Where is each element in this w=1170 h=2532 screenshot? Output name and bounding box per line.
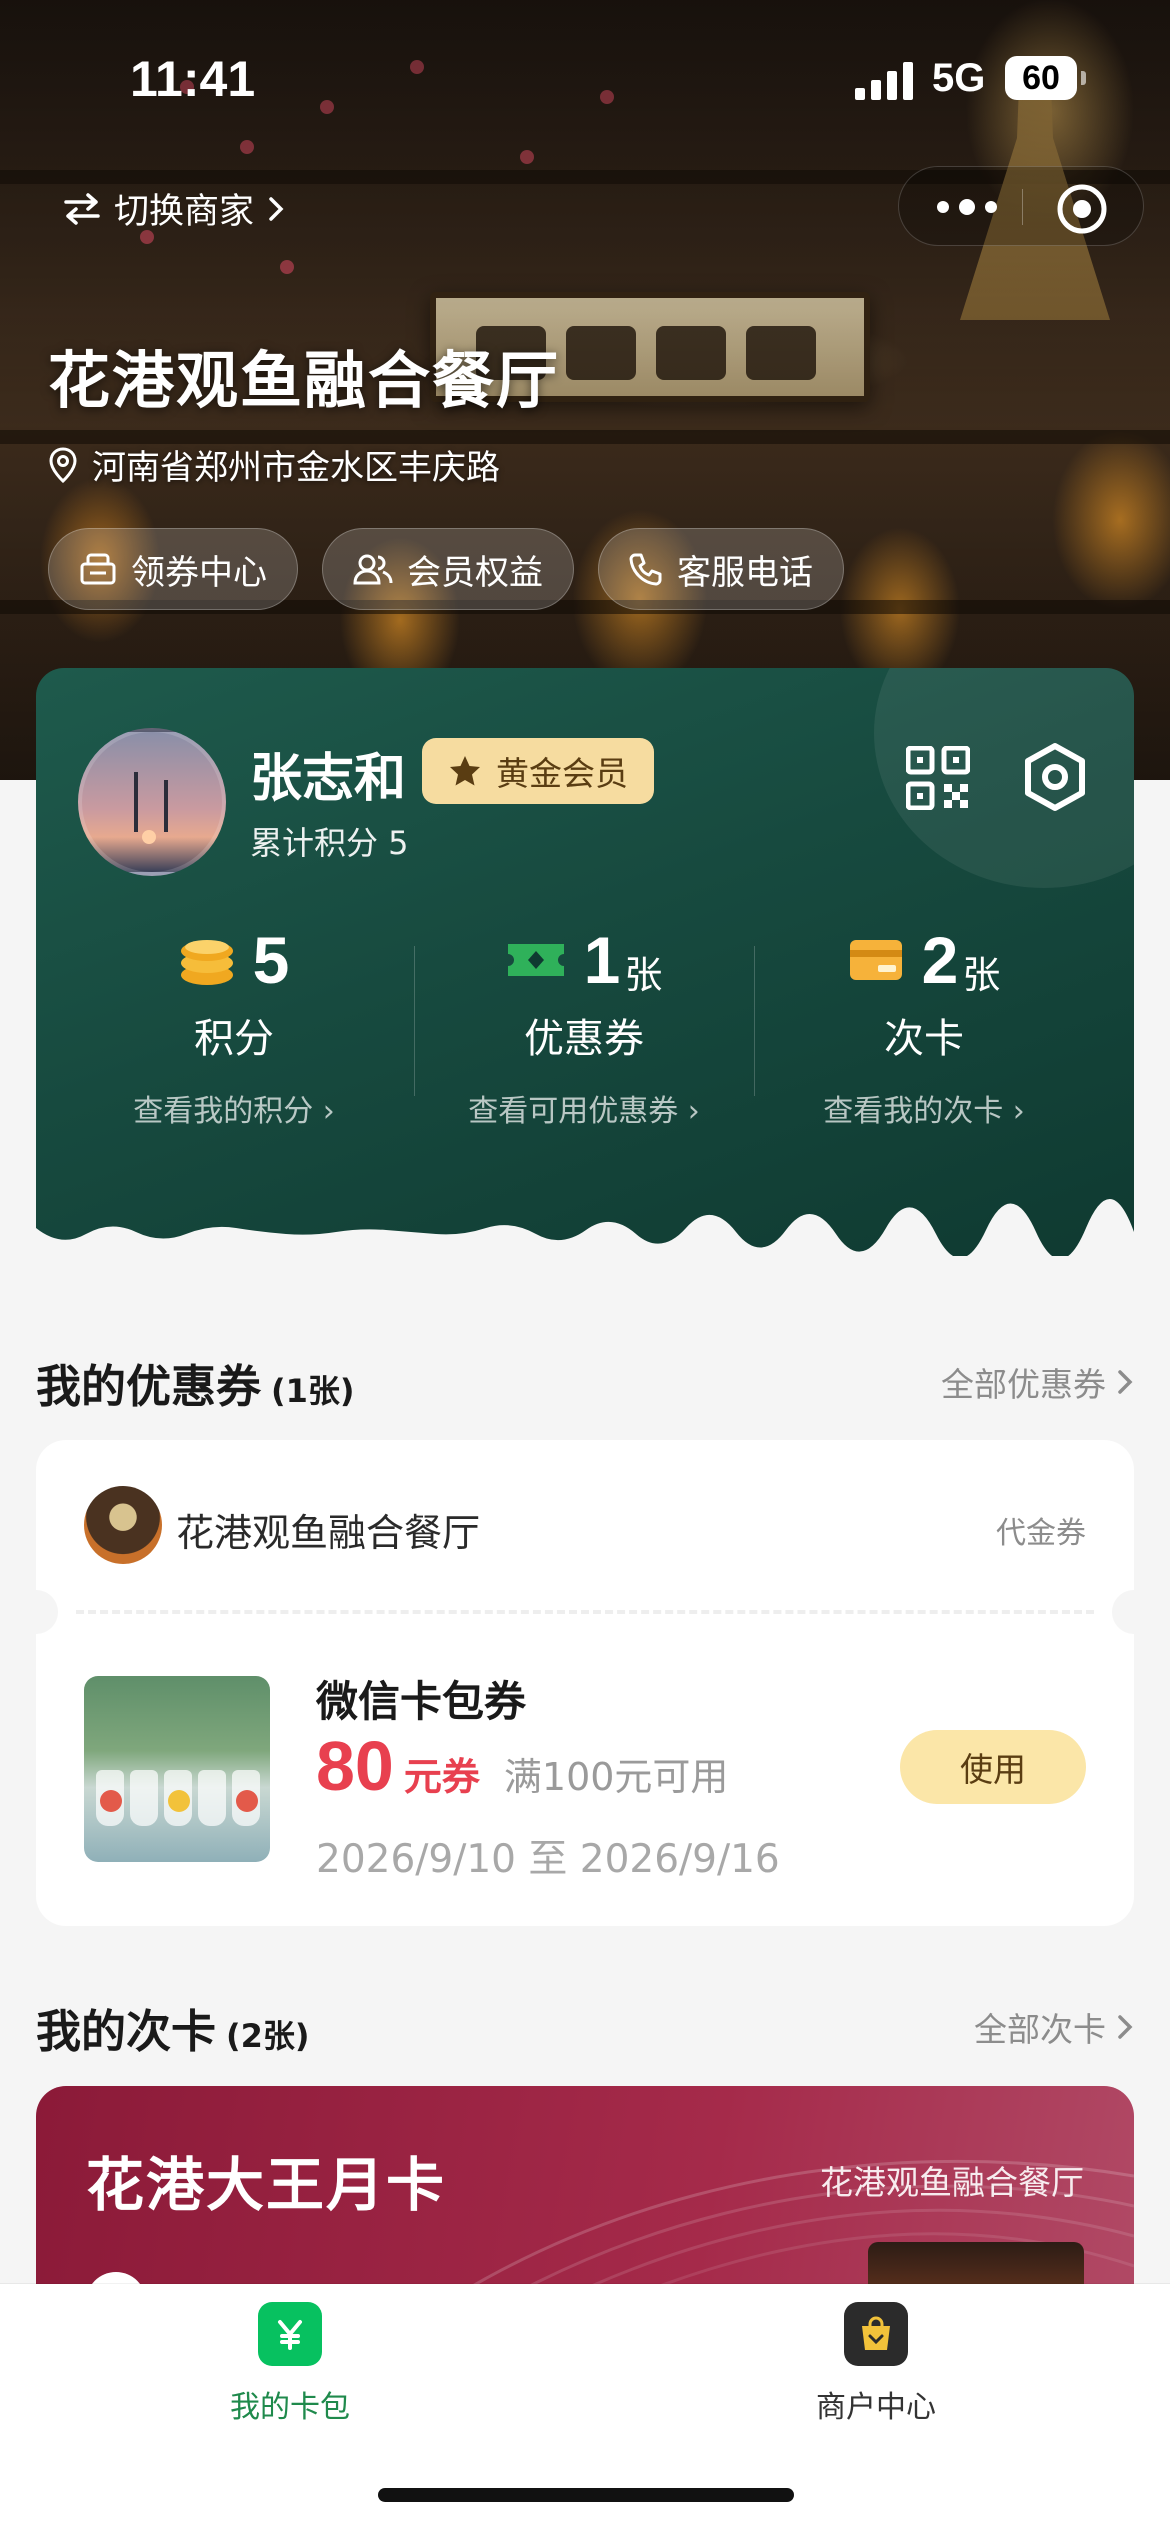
tab-my-wallet[interactable]: 我的卡包 [140, 2302, 440, 2426]
tab-merchant-center[interactable]: 商户中心 [726, 2302, 1026, 2426]
coupons-label: 优惠券 [524, 1016, 644, 1062]
status-bar: 11:41 5G 60 [0, 40, 1170, 120]
chevron-right-icon [269, 196, 284, 221]
location-pin-icon [49, 446, 77, 483]
times-card-label: 次卡 [884, 1016, 964, 1062]
coupon-center-button[interactable]: 领券中心 [48, 528, 298, 610]
view-coupons-link[interactable]: 查看可用优惠券 › [414, 1086, 754, 1130]
tab-my-wallet-label: 我的卡包 [230, 2390, 350, 2425]
network-type: 5G [932, 56, 986, 100]
customer-service-button[interactable]: 客服电话 [598, 528, 844, 610]
member-name: 张志和 [250, 749, 407, 809]
switch-merchant-label: 切换商家 [114, 192, 255, 232]
members-icon [353, 554, 393, 585]
coupon-center-icon [80, 553, 116, 585]
coupon-merchant-name: 花港观鱼融合餐厅 [176, 1511, 481, 1555]
times-card-stat[interactable]: 2 张 次卡 查看我的次卡 › [754, 920, 1094, 1130]
coupon-amount: 80 [316, 1727, 394, 1805]
merchant-logo [84, 1486, 162, 1564]
star-icon [450, 756, 480, 786]
view-times-card-link[interactable]: 查看我的次卡 › [754, 1086, 1094, 1130]
coupon-name: 微信卡包券 [316, 1677, 527, 1726]
member-level-badge: 黄金会员 [422, 738, 654, 804]
member-card: 张志和 黄金会员 累计积分 5 5 积分 查看我的积分 › 1 张 优惠券 查看… [36, 668, 1134, 1256]
swap-icon [64, 192, 100, 225]
coupon-notch-left [14, 1590, 58, 1634]
ticket-icon [507, 944, 564, 976]
coupon-condition: 满100元可用 [503, 1755, 729, 1799]
times-cards-section-title: 我的次卡 (2张) [36, 2005, 310, 2058]
points-value: 5 [252, 923, 290, 997]
coupons-section-header: 我的优惠券 (1张) 全部优惠券 [36, 1350, 1134, 1420]
store-name: 花港观鱼融合餐厅 [48, 344, 561, 417]
signal-icon [855, 62, 913, 100]
accumulated-points: 累计积分 5 [250, 824, 409, 862]
view-points-link[interactable]: 查看我的积分 › [64, 1086, 404, 1130]
qr-code-icon[interactable] [906, 746, 970, 810]
store-address[interactable]: 河南省郑州市金水区丰庆路 [48, 440, 500, 489]
coupons-value: 1 [583, 923, 621, 997]
settings-icon[interactable] [1022, 742, 1088, 812]
times-card-unit: 张 [962, 952, 1001, 997]
coupon-type: 代金券 [996, 1516, 1086, 1551]
times-card-name: 花港大王月卡 [86, 2151, 447, 2219]
coupon-notch-right [1112, 1590, 1156, 1634]
use-coupon-button[interactable]: 使用 [900, 1730, 1086, 1804]
coupons-stat[interactable]: 1 张 优惠券 查看可用优惠券 › [414, 920, 754, 1130]
times-cards-section-header: 我的次卡 (2张) 全部次卡 [36, 1995, 1134, 2065]
coupons-unit: 张 [624, 952, 663, 997]
quick-actions: 领券中心 会员权益 客服电话 [48, 528, 844, 610]
coupon-card[interactable]: 花港观鱼融合餐厅 代金券 微信卡包券 80 元券 满100元可用 2026/9/… [36, 1440, 1134, 1926]
points-label: 积分 [194, 1016, 274, 1062]
all-times-cards-link[interactable]: 全部次卡 [974, 2003, 1134, 2051]
coupon-amount-unit: 元券 [403, 1755, 480, 1799]
address-text: 河南省郑州市金水区丰庆路 [92, 448, 500, 488]
member-benefits-button[interactable]: 会员权益 [322, 528, 574, 610]
miniprogram-capsule [898, 166, 1144, 246]
switch-merchant-button[interactable]: 切换商家 [62, 183, 286, 234]
times-card-value: 2 [921, 923, 959, 997]
battery-icon: 60 [1005, 56, 1086, 100]
coupon-product-image [84, 1676, 270, 1862]
phone-icon [629, 553, 662, 586]
coupon-amount-row: 80 元券 满100元可用 [316, 1726, 728, 1806]
tab-merchant-center-label: 商户中心 [816, 2390, 936, 2425]
card-icon [849, 940, 902, 980]
card-wave-edge [36, 1199, 1134, 1256]
times-card-merchant: 花港观鱼融合餐厅 [820, 2163, 1084, 2202]
coupon-validity-dates: 2026/9/10 至 2026/9/16 [316, 1837, 780, 1882]
status-time: 11:41 [130, 51, 256, 107]
wallet-icon [258, 2302, 322, 2366]
avatar[interactable] [78, 728, 226, 876]
coins-icon [180, 940, 233, 985]
member-stats: 5 积分 查看我的积分 › 1 张 优惠券 查看可用优惠券 › 2 张 次卡 查… [36, 920, 1134, 1130]
chevron-right-icon [1118, 1370, 1133, 1394]
more-icon[interactable] [929, 187, 1009, 227]
shop-bag-icon [844, 2302, 908, 2366]
close-miniprogram-icon[interactable] [1056, 183, 1108, 235]
coupons-section-title: 我的优惠券 (1张) [36, 1360, 355, 1413]
coupon-divider [76, 1610, 1094, 1614]
all-coupons-link[interactable]: 全部优惠券 [941, 1358, 1134, 1406]
chevron-right-icon [1118, 2015, 1133, 2039]
home-indicator [378, 2488, 794, 2502]
points-stat[interactable]: 5 积分 查看我的积分 › [64, 920, 404, 1130]
